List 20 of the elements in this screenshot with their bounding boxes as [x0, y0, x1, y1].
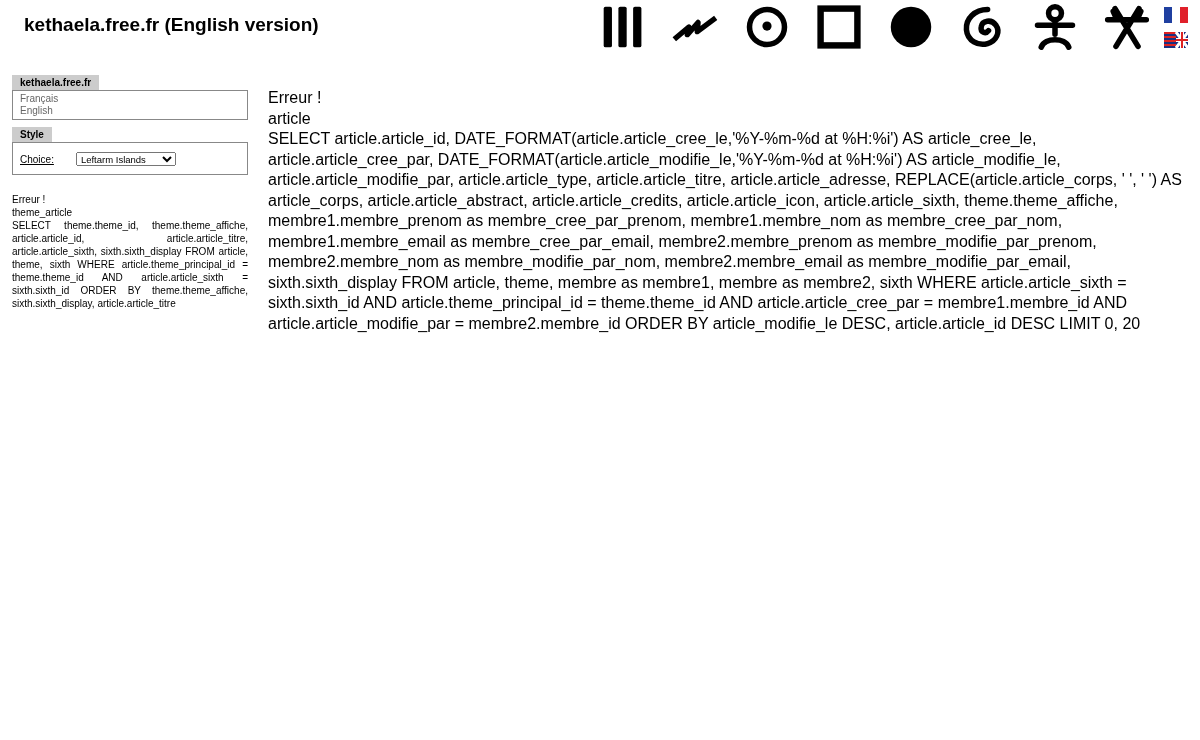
sql-query: SELECT article.article_id, DATE_FORMAT(article.article_cree_le,'%Y-%m-%d at %H:%i') AS article_cree_le, article.article_cree_par, DATE_FORMAT(article.article_modifie_le,'%Y-%m-%d at %H:%i') AS article_modifie_le, article.article_modifie_par, article.article_type, article.article_titre, article.article_adresse, REPLACE(article.article_corps, ' ', ' ') AS article_corps, article.article_abstract, article.article_credits, article.article_icon, article.article_sixth, theme.theme_affiche, membre1.membre_prenom as membre_cree_par_prenom, membre1.membre_nom as membre_cree_par_nom, membre1.membre_email as membre_cree_par_email, membre2.membre_prenom as membre_modifie_par_prenom, membre2.membre_nom as membre_modifie_par_nom, membre2.membre_email as membre_modifie_par_email, sixth.sixth_display FROM article, theme, membre as membre1, membre as membre2, sixth WHERE article.article_sixth = sixth.sixth_id AND article.theme_principal_id = theme.theme_id AND article.article_cree_par = membre1.membre_id AND article.article_modifie_par = membre2.membre_id ORDER BY article_modifie_le DESC, article.article_id DESC LIMIT 0, 20 — [268, 129, 1183, 334]
language-link[interactable]: Français — [20, 93, 240, 105]
box-heading: kethaela.free.fr — [12, 75, 100, 90]
error-line: Erreur ! — [268, 88, 323, 108]
crossed-sign-icon[interactable] — [1104, 4, 1150, 50]
stick-figure-icon[interactable] — [1032, 4, 1078, 50]
ring-icon[interactable] — [744, 4, 790, 50]
square-icon[interactable] — [816, 4, 862, 50]
uk-us-flag-icon[interactable] — [1164, 31, 1188, 48]
disc-icon[interactable] — [888, 4, 934, 50]
error-line: article — [268, 108, 312, 129]
choice-label: Choice: — [20, 153, 54, 165]
error-line: theme_article — [12, 206, 74, 219]
error-line: Erreur ! — [12, 193, 47, 206]
site-title: kethaela.free.fr (English version) — [24, 14, 319, 36]
box-heading: Style — [12, 127, 52, 142]
language-link[interactable]: English — [20, 105, 240, 117]
style-select[interactable]: Leftarm Islands — [75, 152, 176, 166]
sql-query: SELECT theme.theme_id, theme.theme_affiche, article.article_id, article.article_titre, article.article_sixth, sixth.sixth_display FROM article, theme, sixth WHERE article.theme_principal_id = theme.theme_id AND article.article_sixth = sixth.sixth_id ORDER BY theme.theme_affiche, sixth.sixth_display, article.article_titre — [12, 219, 248, 310]
french-flag-icon[interactable] — [1164, 6, 1188, 23]
